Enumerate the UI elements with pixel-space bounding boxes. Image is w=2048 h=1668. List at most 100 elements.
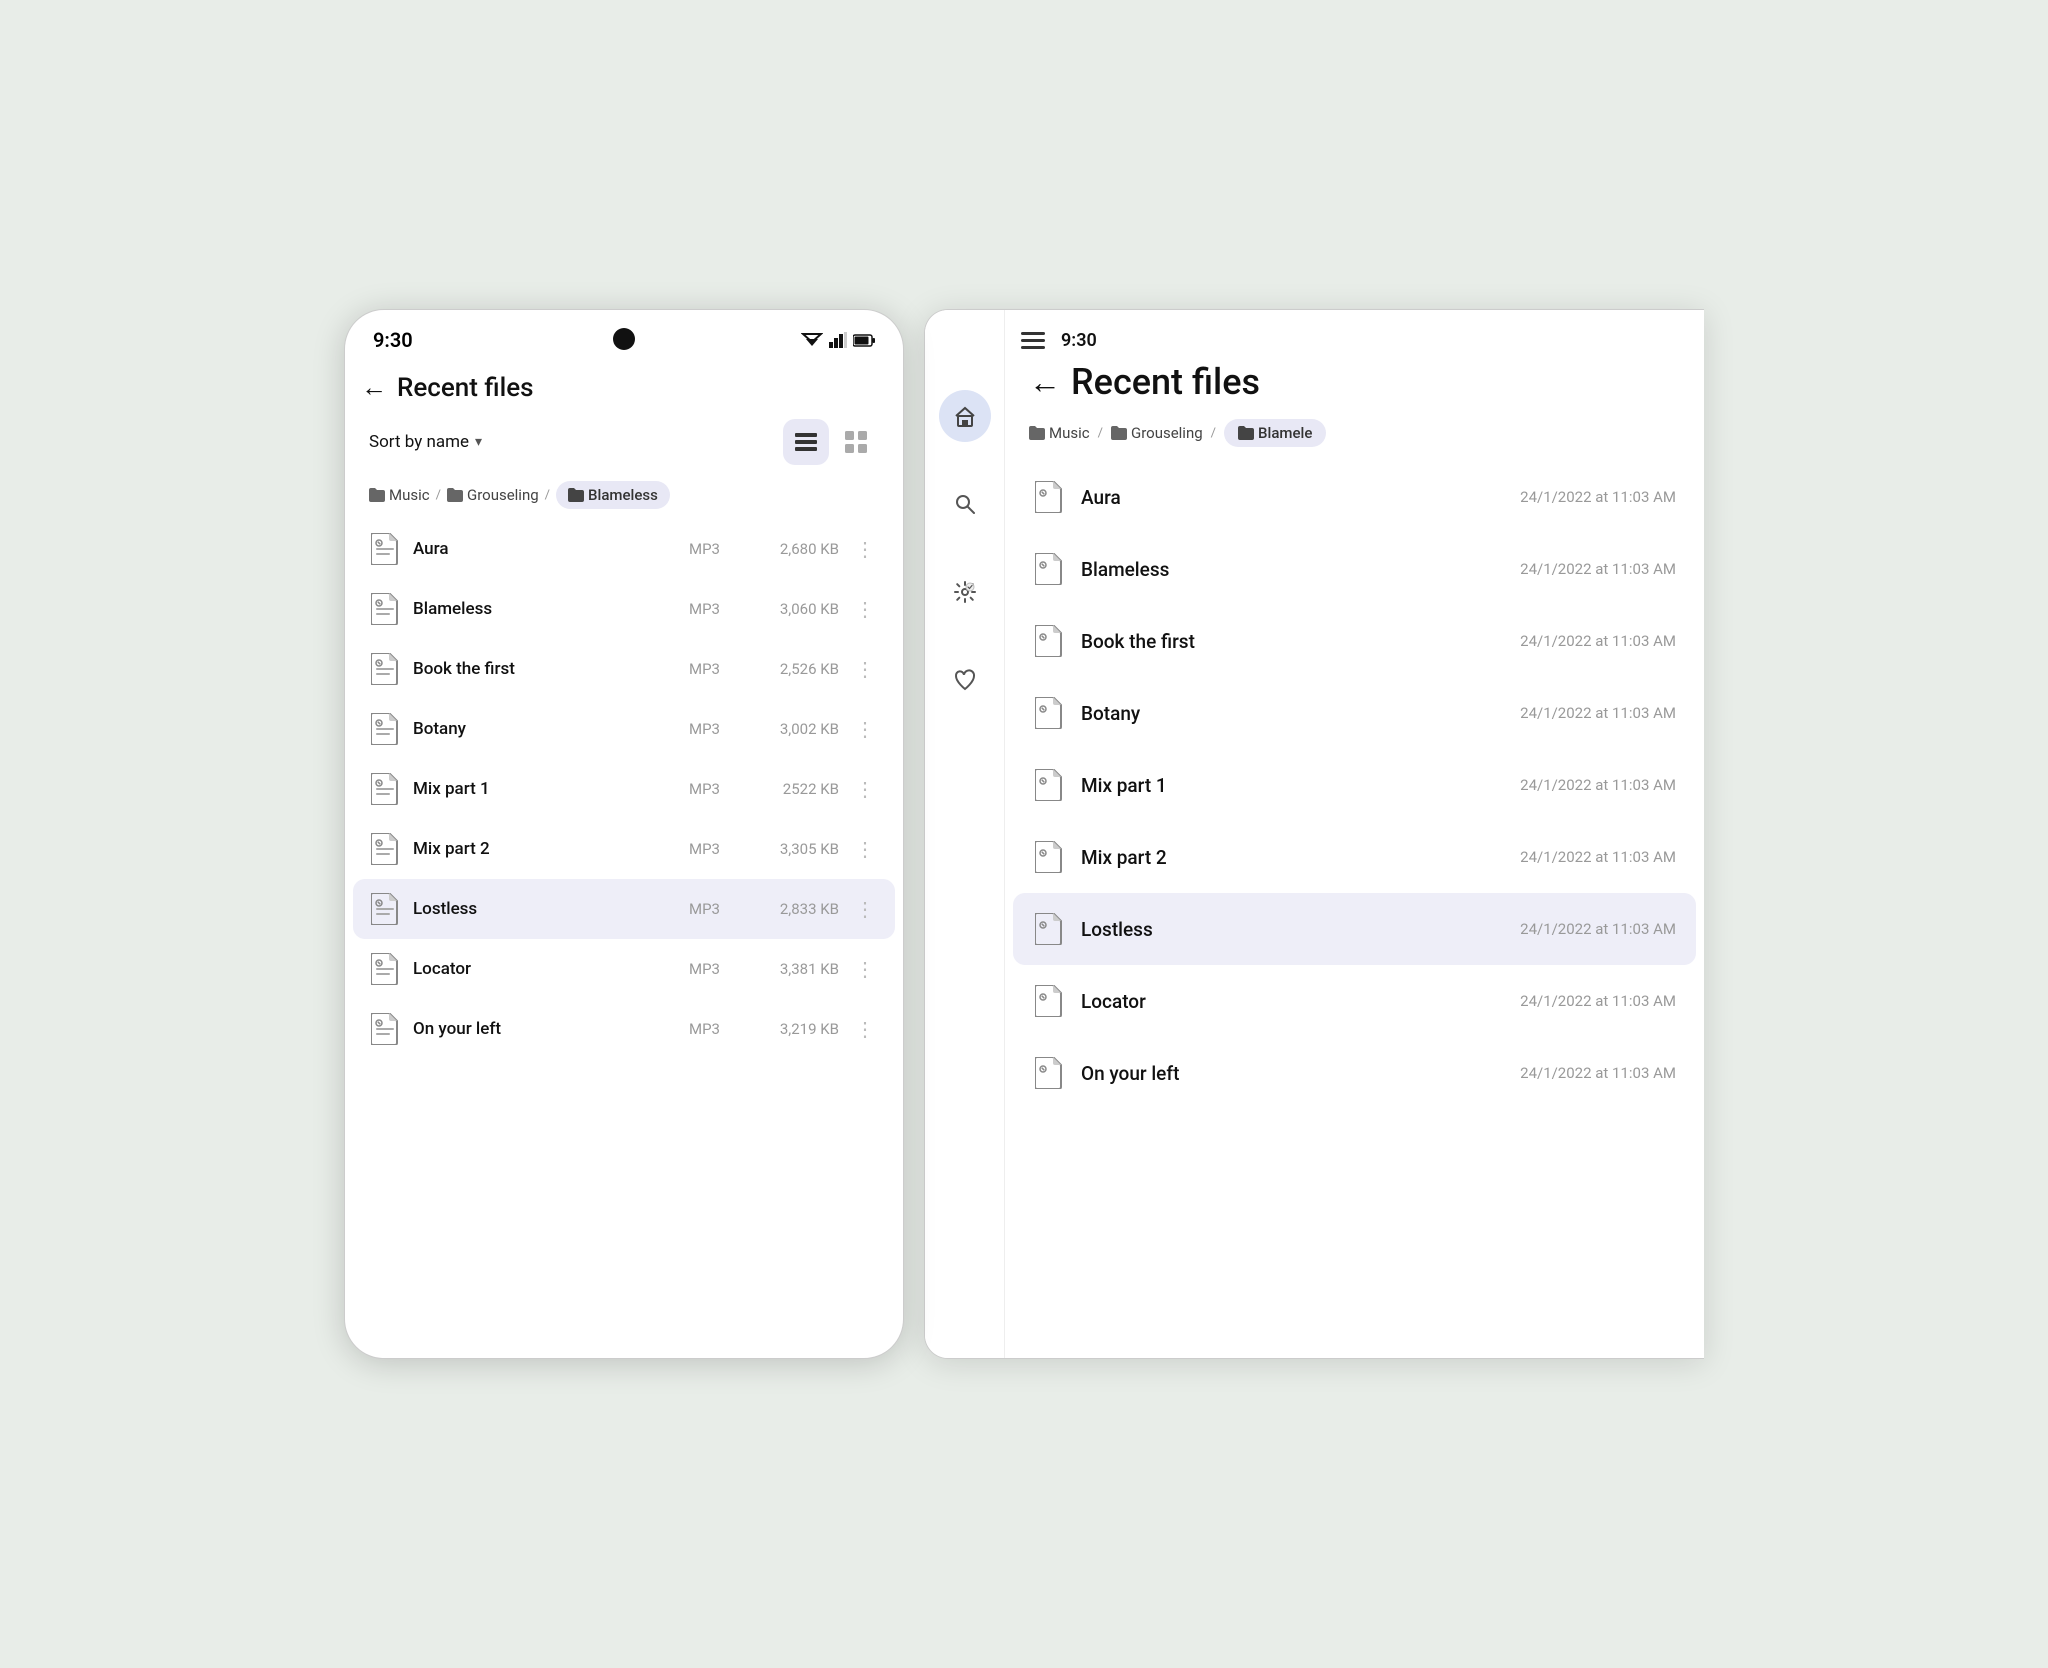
tablet-back-button[interactable]: ← xyxy=(1029,363,1061,401)
table-row[interactable]: Aura 24/1/2022 at 11:03 AM xyxy=(1013,461,1696,533)
back-button[interactable]: ← xyxy=(361,372,387,403)
file-type: MP3 xyxy=(689,780,737,798)
file-date: 24/1/2022 at 11:03 AM xyxy=(1520,1064,1676,1082)
more-options-button[interactable]: ⋮ xyxy=(851,657,879,681)
more-options-button[interactable]: ⋮ xyxy=(851,777,879,801)
menu-icon[interactable] xyxy=(1005,332,1061,350)
sidebar-item-settings[interactable] xyxy=(939,566,991,618)
folder-icon xyxy=(1238,426,1254,440)
table-row[interactable]: Lostless MP3 2,833 KB ⋮ xyxy=(353,879,895,939)
tablet-breadcrumb-grouseling[interactable]: Grouseling xyxy=(1111,424,1203,442)
sidebar-item-search[interactable] xyxy=(939,478,991,530)
table-row[interactable]: Book the first 24/1/2022 at 11:03 AM xyxy=(1013,605,1696,677)
file-type: MP3 xyxy=(689,540,737,558)
table-row[interactable]: Locator 24/1/2022 at 11:03 AM xyxy=(1013,965,1696,1037)
file-name: Book the first xyxy=(413,659,677,679)
camera-dot xyxy=(613,328,635,350)
phone-header: ← Recent files xyxy=(345,362,903,413)
breadcrumb-blameless[interactable]: Blameless xyxy=(556,481,670,509)
file-icon xyxy=(369,893,401,925)
file-date: 24/1/2022 at 11:03 AM xyxy=(1520,848,1676,866)
file-icon xyxy=(369,833,401,865)
tablet-sidebar xyxy=(925,310,1005,1358)
table-row[interactable]: Mix part 1 MP3 2522 KB ⋮ xyxy=(353,759,895,819)
file-name: Mix part 2 xyxy=(1081,846,1504,869)
file-icon xyxy=(369,953,401,985)
chevron-down-icon: ▾ xyxy=(475,434,482,450)
table-row[interactable]: Blameless MP3 3,060 KB ⋮ xyxy=(353,579,895,639)
file-type: MP3 xyxy=(689,960,737,978)
file-size: 3,002 KB xyxy=(749,720,839,738)
file-icon xyxy=(1033,841,1065,873)
grid-view-button[interactable] xyxy=(833,419,879,465)
table-row[interactable]: Botany 24/1/2022 at 11:03 AM xyxy=(1013,677,1696,749)
file-type: MP3 xyxy=(689,660,737,678)
file-date: 24/1/2022 at 11:03 AM xyxy=(1520,632,1676,650)
file-icon xyxy=(1033,697,1065,729)
tablet-page-title: Recent files xyxy=(1071,361,1260,403)
table-row[interactable]: Botany MP3 3,002 KB ⋮ xyxy=(353,699,895,759)
file-date: 24/1/2022 at 11:03 AM xyxy=(1520,992,1676,1010)
table-row[interactable]: Locator MP3 3,381 KB ⋮ xyxy=(353,939,895,999)
file-name: Locator xyxy=(1081,990,1504,1013)
folder-icon xyxy=(447,488,463,502)
table-row[interactable]: Blameless 24/1/2022 at 11:03 AM xyxy=(1013,533,1696,605)
file-date: 24/1/2022 at 11:03 AM xyxy=(1520,560,1676,578)
table-row[interactable]: Aura MP3 2,680 KB ⋮ xyxy=(353,519,895,579)
settings-icon xyxy=(953,580,977,604)
file-name: Botany xyxy=(1081,702,1504,725)
table-row[interactable]: Mix part 2 MP3 3,305 KB ⋮ xyxy=(353,819,895,879)
signal-icon xyxy=(829,332,847,348)
breadcrumb-grouseling[interactable]: Grouseling xyxy=(447,486,539,504)
tablet-file-list: Aura 24/1/2022 at 11:03 AM Blameless 24/… xyxy=(1005,461,1704,1109)
sort-button[interactable]: Sort by name ▾ xyxy=(369,432,482,452)
tablet-breadcrumb-sep-2: / xyxy=(1211,426,1216,441)
tablet-breadcrumb-music[interactable]: Music xyxy=(1029,424,1090,442)
sidebar-item-favorites[interactable] xyxy=(939,654,991,706)
wifi-icon xyxy=(801,332,823,348)
breadcrumb-music[interactable]: Music xyxy=(369,486,430,504)
table-row[interactable]: Mix part 1 24/1/2022 at 11:03 AM xyxy=(1013,749,1696,821)
table-row[interactable]: On your left 24/1/2022 at 11:03 AM xyxy=(1013,1037,1696,1109)
file-icon xyxy=(369,653,401,685)
file-name: Locator xyxy=(413,959,677,979)
folder-icon xyxy=(369,488,385,502)
file-icon xyxy=(1033,985,1065,1017)
file-icon xyxy=(369,533,401,565)
file-size: 2,833 KB xyxy=(749,900,839,918)
more-options-button[interactable]: ⋮ xyxy=(851,537,879,561)
list-view-button[interactable] xyxy=(783,419,829,465)
search-icon xyxy=(953,492,977,516)
file-name: Blameless xyxy=(1081,558,1504,581)
more-options-button[interactable]: ⋮ xyxy=(851,837,879,861)
tablet-content: 9:30 ← Recent files Music / Grouseling / xyxy=(1005,310,1704,1358)
file-icon xyxy=(369,713,401,745)
more-options-button[interactable]: ⋮ xyxy=(851,717,879,741)
grid-icon xyxy=(845,431,867,453)
status-bar: 9:30 xyxy=(345,310,903,362)
more-options-button[interactable]: ⋮ xyxy=(851,897,879,921)
more-options-button[interactable]: ⋮ xyxy=(851,1017,879,1041)
sort-label: Sort by name xyxy=(369,432,469,452)
folder-icon xyxy=(1111,426,1127,440)
more-options-button[interactable]: ⋮ xyxy=(851,597,879,621)
tablet-header: ← Recent files xyxy=(1005,355,1704,413)
file-name: Mix part 2 xyxy=(413,839,677,859)
tablet-breadcrumb-blamele[interactable]: Blamele xyxy=(1224,419,1326,447)
file-name: On your left xyxy=(413,1019,677,1039)
file-icon xyxy=(1033,625,1065,657)
table-row[interactable]: Lostless 24/1/2022 at 11:03 AM xyxy=(1013,893,1696,965)
list-icon xyxy=(795,433,817,451)
file-date: 24/1/2022 at 11:03 AM xyxy=(1520,488,1676,506)
tablet-screen: 9:30 ← Recent files Music / Grouseling / xyxy=(924,309,1704,1359)
file-type: MP3 xyxy=(689,1020,737,1038)
table-row[interactable]: On your left MP3 3,219 KB ⋮ xyxy=(353,999,895,1059)
breadcrumb: Music / Grouseling / Blameless xyxy=(345,471,903,519)
file-icon xyxy=(1033,913,1065,945)
table-row[interactable]: Mix part 2 24/1/2022 at 11:03 AM xyxy=(1013,821,1696,893)
breadcrumb-sep-2: / xyxy=(545,488,550,503)
more-options-button[interactable]: ⋮ xyxy=(851,957,879,981)
sidebar-item-home[interactable] xyxy=(939,390,991,442)
table-row[interactable]: Book the first MP3 2,526 KB ⋮ xyxy=(353,639,895,699)
home-icon xyxy=(953,404,977,428)
